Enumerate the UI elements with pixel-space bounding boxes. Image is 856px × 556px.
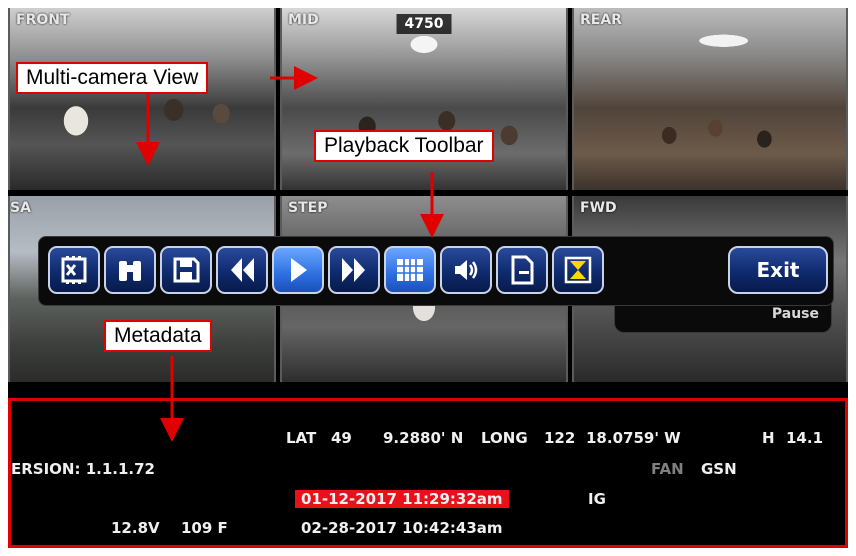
search-button[interactable] bbox=[104, 246, 156, 294]
heading-value: 14.1 bbox=[786, 429, 824, 447]
clip-edit-icon bbox=[61, 256, 87, 284]
camera-label: SA bbox=[10, 200, 31, 216]
annotation-playback-toolbar: Playback Toolbar bbox=[314, 130, 494, 162]
camera-label: REAR bbox=[580, 12, 622, 28]
fast-forward-button[interactable] bbox=[328, 246, 380, 294]
rewind-icon bbox=[231, 258, 254, 282]
playback-status: Pause bbox=[771, 306, 819, 322]
camera-tile-rear[interactable]: REAR bbox=[572, 8, 848, 190]
playback-toolbar bbox=[38, 236, 834, 306]
save-button[interactable] bbox=[160, 246, 212, 294]
lat-label: LAT bbox=[286, 429, 317, 447]
volume-button[interactable] bbox=[440, 246, 492, 294]
bus-number-overlay: 4750 bbox=[396, 14, 452, 34]
voltage-reading: 12.8V bbox=[111, 519, 160, 537]
fast-forward-icon bbox=[342, 258, 365, 282]
long-minutes: 18.0759' W bbox=[586, 429, 681, 447]
temperature-reading: 109 F bbox=[181, 519, 228, 537]
long-degrees: 122 bbox=[544, 429, 576, 447]
lat-degrees: 49 bbox=[331, 429, 352, 447]
camera-tile-mid[interactable]: MID 4750 bbox=[280, 8, 568, 190]
exit-button[interactable]: Exit bbox=[728, 246, 828, 294]
fan-status: FAN bbox=[651, 460, 684, 478]
version-text: ERSION: 1.1.1.72 bbox=[11, 460, 155, 478]
grid-view-button[interactable] bbox=[384, 246, 436, 294]
grid-view-icon bbox=[397, 259, 423, 281]
camera-label: FWD bbox=[580, 200, 617, 216]
camera-label: FRONT bbox=[16, 12, 70, 28]
clip-edit-button[interactable] bbox=[48, 246, 100, 294]
heading-label: H bbox=[762, 429, 775, 447]
play-icon bbox=[291, 258, 307, 282]
document-icon bbox=[511, 255, 534, 285]
save-icon bbox=[173, 257, 200, 283]
binoculars-icon bbox=[119, 261, 141, 281]
annotation-metadata: Metadata bbox=[104, 320, 212, 352]
volume-icon bbox=[455, 260, 478, 280]
camera-label: STEP bbox=[288, 200, 328, 216]
camera-feed bbox=[574, 8, 846, 190]
metadata-panel: LAT 49 9.2880' N LONG 122 18.0759' W H 1… bbox=[8, 398, 848, 548]
camera-feed bbox=[10, 8, 274, 190]
report-button[interactable] bbox=[496, 246, 548, 294]
hourglass-icon bbox=[564, 256, 592, 284]
ignition-status: IG bbox=[588, 490, 606, 508]
camera-label: MID bbox=[288, 12, 319, 28]
rewind-button[interactable] bbox=[216, 246, 268, 294]
annotation-multi-camera: Multi-camera View bbox=[16, 62, 209, 94]
lat-minutes: 9.2880' N bbox=[383, 429, 464, 447]
camera-tile-front[interactable]: FRONT bbox=[8, 8, 276, 190]
end-timestamp: 02-28-2017 10:42:43am bbox=[301, 519, 503, 537]
timer-button[interactable] bbox=[552, 246, 604, 294]
camera-feed bbox=[282, 8, 566, 190]
play-button[interactable] bbox=[272, 246, 324, 294]
current-timestamp: 01-12-2017 11:29:32am bbox=[295, 490, 509, 508]
long-label: LONG bbox=[481, 429, 528, 447]
gsn-status: GSN bbox=[701, 460, 737, 478]
